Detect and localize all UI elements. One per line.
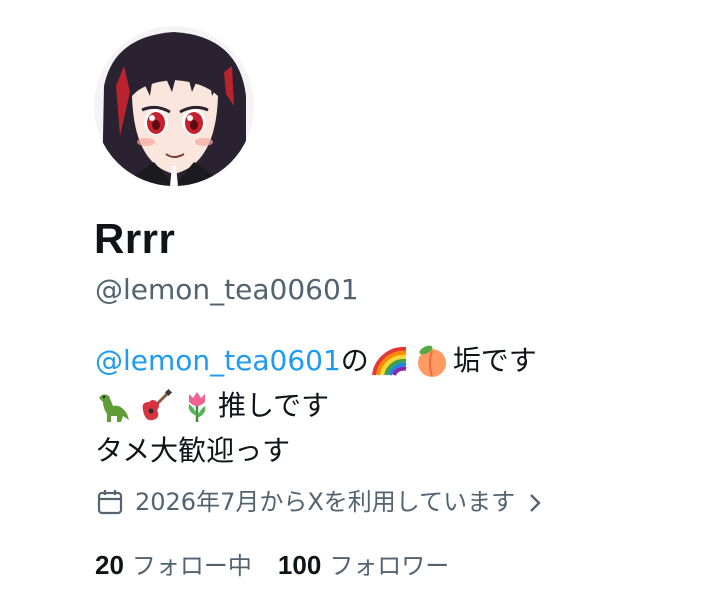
- bio-mention-link[interactable]: @lemon_tea0601: [95, 338, 341, 383]
- calendar-icon: [95, 487, 125, 517]
- avatar-image: [94, 26, 254, 186]
- peach-emoji: [414, 343, 450, 379]
- bio-line-3: タメ大歓迎っす: [95, 428, 537, 473]
- following-count: 20: [95, 550, 124, 580]
- dinosaur-emoji: [95, 388, 131, 424]
- guitar-emoji: [137, 388, 173, 424]
- chevron-right-icon: [525, 490, 545, 514]
- follow-stats: 20 フォロー中 100 フォロワー: [95, 548, 475, 583]
- join-date-text: 2026年7月からXを利用しています: [135, 488, 516, 516]
- bio-line-2: 推しです: [95, 383, 537, 428]
- bio-line-1: @lemon_tea0601 の 垢です: [95, 338, 537, 383]
- tulip-emoji: [179, 388, 215, 424]
- followers-count: 100: [277, 550, 322, 580]
- display-name: Rrrr: [94, 215, 176, 262]
- bio-text: 推しです: [218, 389, 330, 422]
- handle: @lemon_tea00601: [95, 273, 359, 306]
- following-link[interactable]: 20 フォロー中: [95, 548, 252, 583]
- bio-text: タメ大歓迎っす: [95, 434, 291, 467]
- rainbow-emoji: [371, 343, 408, 379]
- join-date[interactable]: 2026年7月からXを利用しています: [95, 485, 545, 519]
- bio: @lemon_tea0601 の 垢です 推しです タメ大歓迎っす: [95, 338, 537, 473]
- profile-header: Rrrr @lemon_tea00601 @lemon_tea0601 の 垢で…: [0, 0, 716, 612]
- avatar[interactable]: [94, 26, 254, 186]
- followers-link[interactable]: 100 フォロワー: [278, 548, 449, 583]
- bio-text: の: [340, 344, 369, 377]
- bio-text: 垢です: [452, 344, 537, 377]
- followers-label: フォロワー: [329, 552, 450, 580]
- following-label: フォロー中: [131, 552, 252, 580]
